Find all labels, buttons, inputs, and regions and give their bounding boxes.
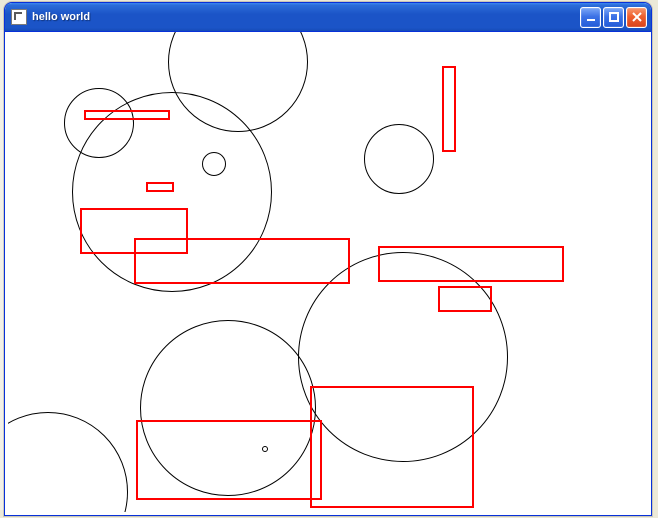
rectangle-shape [84,110,170,120]
circle-shape [364,124,434,194]
close-icon [632,12,642,22]
rectangle-shape [146,182,174,192]
circle-shape [8,412,128,512]
circle-shape [202,152,226,176]
window-title: hello world [32,11,580,23]
application-icon [11,9,27,25]
drawing-canvas [8,32,648,512]
rectangle-shape [310,386,474,508]
close-button[interactable] [626,7,647,28]
rectangle-shape [134,238,350,284]
rectangle-shape [136,420,322,500]
maximize-icon [609,12,619,22]
application-window: hello world [4,2,652,516]
rectangle-shape [438,286,492,312]
rectangle-shape [442,66,456,152]
minimize-button[interactable] [580,7,601,28]
window-control-buttons [580,7,647,28]
maximize-button[interactable] [603,7,624,28]
titlebar[interactable]: hello world [5,3,651,32]
rectangle-shape [378,246,564,282]
minimize-icon [586,12,596,22]
client-area [8,32,648,512]
